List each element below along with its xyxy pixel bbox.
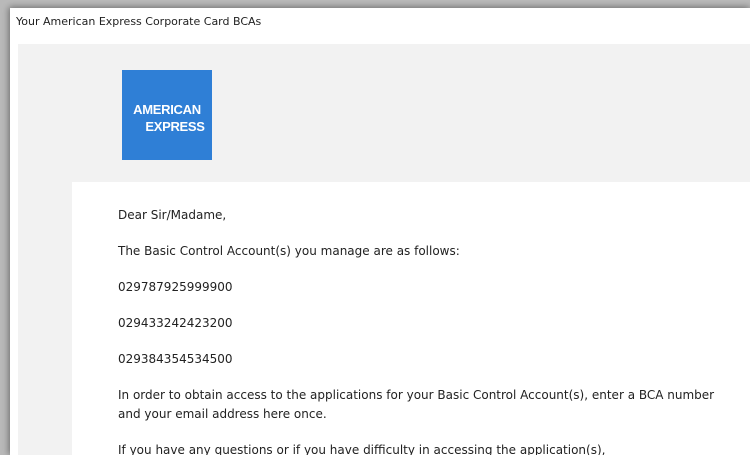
account-number: 029433242423200 — [118, 316, 233, 330]
access-instructions: In order to obtain access to the applica… — [118, 388, 715, 421]
account-number: 029787925999900 — [118, 280, 233, 294]
logo-line-2: EXPRESS — [145, 119, 205, 134]
screenshot-frame: Your American Express Corporate Card BCA… — [0, 0, 750, 455]
intro-text: The Basic Control Account(s) you manage … — [118, 244, 460, 258]
account-number: 029384354534500 — [118, 352, 233, 366]
email-subject: Your American Express Corporate Card BCA… — [10, 8, 750, 44]
questions-text: If you have any questions or if you have… — [118, 443, 606, 455]
message-card: Dear Sir/Madame, The Basic Control Accou… — [72, 182, 750, 455]
greeting: Dear Sir/Madame, — [118, 208, 227, 222]
email-window: Your American Express Corporate Card BCA… — [10, 8, 750, 455]
message-body: Dear Sir/Madame, The Basic Control Accou… — [118, 206, 718, 455]
amex-logo: AMERICAN EXPRESS — [122, 70, 212, 160]
logo-line-1: AMERICAN — [133, 102, 201, 117]
